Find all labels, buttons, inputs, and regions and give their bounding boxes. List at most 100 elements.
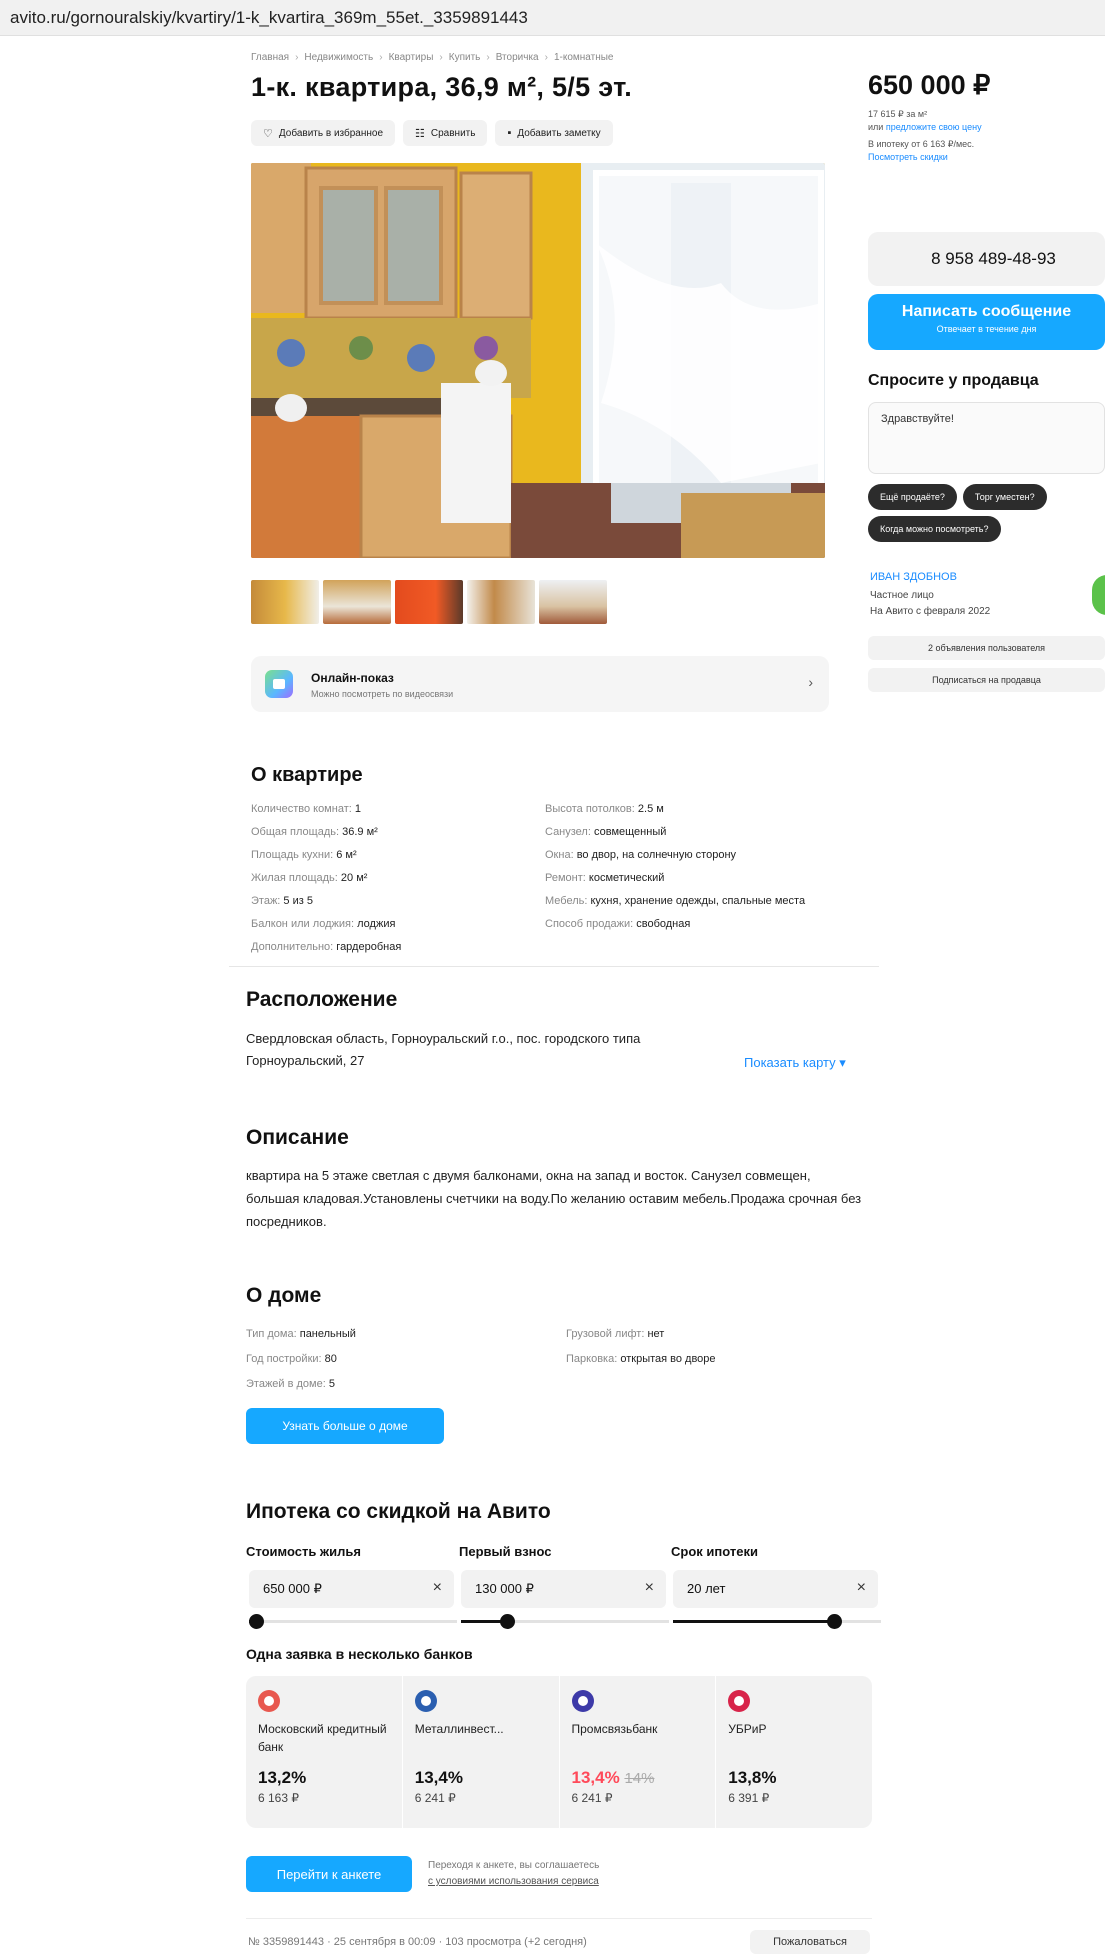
- address: Свердловская область, Горноуральский г.о…: [246, 1031, 641, 1068]
- quick-question-chip[interactable]: Торг уместен?: [962, 484, 1047, 510]
- param-key: Этаж: [251, 895, 278, 907]
- bank-logo-icon: [414, 1690, 437, 1712]
- main-photo[interactable]: [251, 163, 825, 558]
- down-payment-input[interactable]: 130 000 ₽ ×: [461, 1570, 666, 1608]
- param-row: Этажей в доме: 5: [246, 1378, 335, 1390]
- param-key: Балкон или лоджия: [251, 918, 351, 930]
- breadcrumb-separator: ›: [439, 52, 443, 63]
- mortgage-section-title: Ипотека со скидкой на Авито: [246, 1500, 551, 1523]
- param-value: во двор, на солнечную сторону: [576, 849, 737, 861]
- breadcrumb-item[interactable]: Вторичка: [496, 52, 539, 63]
- photo-thumbnail[interactable]: [539, 580, 607, 624]
- param-row: Общая площадь: 36.9 м²: [251, 826, 378, 838]
- param-row: Ремонт: косметический: [545, 872, 665, 884]
- home-cost-input[interactable]: 650 000 ₽ ×: [249, 1570, 454, 1608]
- avatar[interactable]: [1092, 575, 1105, 615]
- bank-rate-value: 13,8%: [728, 1768, 777, 1787]
- breadcrumb-item[interactable]: 1-комнатные: [554, 52, 614, 63]
- param-key: Количество комнат: [251, 803, 349, 815]
- show-map-link[interactable]: Показать карту ▾: [744, 1055, 846, 1071]
- param-key: Тип дома: [246, 1328, 294, 1340]
- house-params-left: Тип дома: панельный Год постройки: 80 Эт…: [246, 1322, 546, 1397]
- price-or: или: [868, 122, 884, 132]
- param-row: Высота потолков: 2.5 м: [545, 803, 664, 815]
- add-favorite-label: Добавить в избранное: [278, 127, 384, 139]
- add-note-button[interactable]: ▪ Добавить заметку: [495, 120, 613, 146]
- ask-seller-title: Спросите у продавца: [868, 372, 1039, 389]
- complain-button[interactable]: Пожаловаться: [750, 1930, 870, 1954]
- breadcrumb-separator: ›: [295, 52, 299, 63]
- breadcrumb-item[interactable]: Недвижимость: [304, 52, 373, 63]
- home-cost-slider[interactable]: [249, 1614, 457, 1629]
- bank-rate: 13,4%: [415, 1768, 547, 1788]
- ask-seller-input[interactable]: Здравствуйте!: [868, 402, 1105, 474]
- param-key: Площадь кухни: [251, 849, 331, 861]
- param-row: Этаж: 5 из 5: [251, 895, 313, 907]
- bank-rate-value: 13,2%: [258, 1768, 307, 1787]
- param-key: Общая площадь: [251, 826, 336, 838]
- price-per-m2: 17 615 ₽ за м²: [868, 109, 928, 119]
- param-value: 80: [324, 1353, 337, 1365]
- close-icon[interactable]: ×: [857, 1579, 866, 1597]
- param-row: Балкон или лоджия: лоджия: [251, 918, 396, 930]
- param-value: косметический: [588, 872, 665, 884]
- price-details: 17 615 ₽ за м² или предложите свою цену …: [868, 108, 982, 164]
- quick-question-chip[interactable]: Когда можно посмотреть?: [868, 516, 1001, 542]
- slider-handle[interactable]: [249, 1614, 264, 1629]
- param-key: Жилая площадь: [251, 872, 335, 884]
- bank-offer-card[interactable]: Металлинвест... 13,4% 6 241 ₽: [403, 1676, 560, 1828]
- address-bar[interactable]: avito.ru/gornouralskiy/kvartiry/1-k_kvar…: [0, 0, 1105, 36]
- bank-offer-card[interactable]: Московский кредитный банк 13,2% 6 163 ₽: [246, 1676, 403, 1828]
- heart-icon: ♡: [263, 127, 273, 140]
- quick-question-chip[interactable]: Ещё продаёте?: [868, 484, 957, 510]
- photo-thumbnail[interactable]: [251, 580, 319, 624]
- bank-logo-icon: [571, 1690, 594, 1712]
- slider-handle[interactable]: [500, 1614, 515, 1629]
- house-params-right: Грузовой лифт: нет Парковка: открытая во…: [566, 1322, 866, 1372]
- description-text: квартира на 5 этаже светлая с двумя балк…: [246, 1168, 862, 1229]
- listing-meta: № 3359891443 · 25 сентября в 00:09 · 103…: [248, 1936, 587, 1948]
- param-row: Дополнительно: гардеробная: [251, 941, 402, 953]
- param-key: Высота потолков: [545, 803, 632, 815]
- more-about-house-button[interactable]: Узнать больше о доме: [246, 1408, 444, 1444]
- apartment-params-right: Высота потолков: 2.5 м Санузел: совмещен…: [545, 798, 835, 936]
- quick-questions: Ещё продаёте? Торг уместен? Когда можно …: [868, 484, 1105, 542]
- note-icon: ▪: [507, 127, 512, 139]
- go-to-form-button[interactable]: Перейти к анкете: [246, 1856, 412, 1892]
- bank-name: Московский кредитный банк: [258, 1722, 387, 1754]
- close-icon[interactable]: ×: [645, 1579, 654, 1597]
- see-discounts-link[interactable]: Посмотреть скидки: [868, 151, 982, 164]
- subscribe-seller-button[interactable]: Подписаться на продавца: [868, 668, 1105, 692]
- show-phone-button[interactable]: 8 958 489-48-93: [868, 232, 1105, 286]
- bank-offer-card[interactable]: Промсвязьбанк 13,4% 14% 6 241 ₽: [560, 1676, 717, 1828]
- mortgage-term-slider[interactable]: [673, 1614, 881, 1629]
- terms-link[interactable]: с условиями использования сервиса: [428, 1874, 599, 1890]
- bank-offer-card[interactable]: УБРиР 13,8% 6 391 ₽: [716, 1676, 872, 1828]
- seller-info: Частное лицо На Авито с февраля 2022: [870, 588, 990, 620]
- mortgage-term-input[interactable]: 20 лет ×: [673, 1570, 878, 1608]
- slider-handle[interactable]: [827, 1614, 842, 1629]
- close-icon[interactable]: ×: [433, 1579, 442, 1597]
- seller-name-link[interactable]: ИВАН ЗДОБНОВ: [870, 571, 957, 583]
- online-viewing-banner[interactable]: Онлайн-показ Можно посмотреть по видеосв…: [251, 656, 829, 712]
- down-payment-slider[interactable]: [461, 1614, 669, 1629]
- compare-button[interactable]: ☷ Сравнить: [403, 120, 488, 146]
- bank-rate-value: 13,4%: [571, 1768, 620, 1787]
- description-section-title: Описание: [246, 1126, 349, 1149]
- write-message-button[interactable]: Написать сообщение Отвечает в течение дн…: [868, 294, 1105, 350]
- offer-price-link[interactable]: предложите свою цену: [886, 122, 982, 132]
- bank-logo-icon: [728, 1690, 751, 1712]
- photo-thumbnail[interactable]: [467, 580, 535, 624]
- breadcrumb-item[interactable]: Купить: [449, 52, 481, 63]
- photo-thumbnail[interactable]: [395, 580, 463, 624]
- param-row: Площадь кухни: 6 м²: [251, 849, 357, 861]
- breadcrumb-item[interactable]: Квартиры: [389, 52, 434, 63]
- add-favorite-button[interactable]: ♡ Добавить в избранное: [251, 120, 396, 146]
- bank-payment: 6 163 ₽: [258, 1791, 299, 1805]
- breadcrumb-item[interactable]: Главная: [251, 52, 289, 63]
- url-text[interactable]: avito.ru/gornouralskiy/kvartiry/1-k_kvar…: [10, 8, 528, 28]
- chevron-right-icon: ›: [808, 674, 813, 690]
- seller-ads-button[interactable]: 2 объявления пользователя: [868, 636, 1105, 660]
- photo-thumbnail[interactable]: [323, 580, 391, 624]
- response-time: Отвечает в течение дня: [936, 324, 1037, 334]
